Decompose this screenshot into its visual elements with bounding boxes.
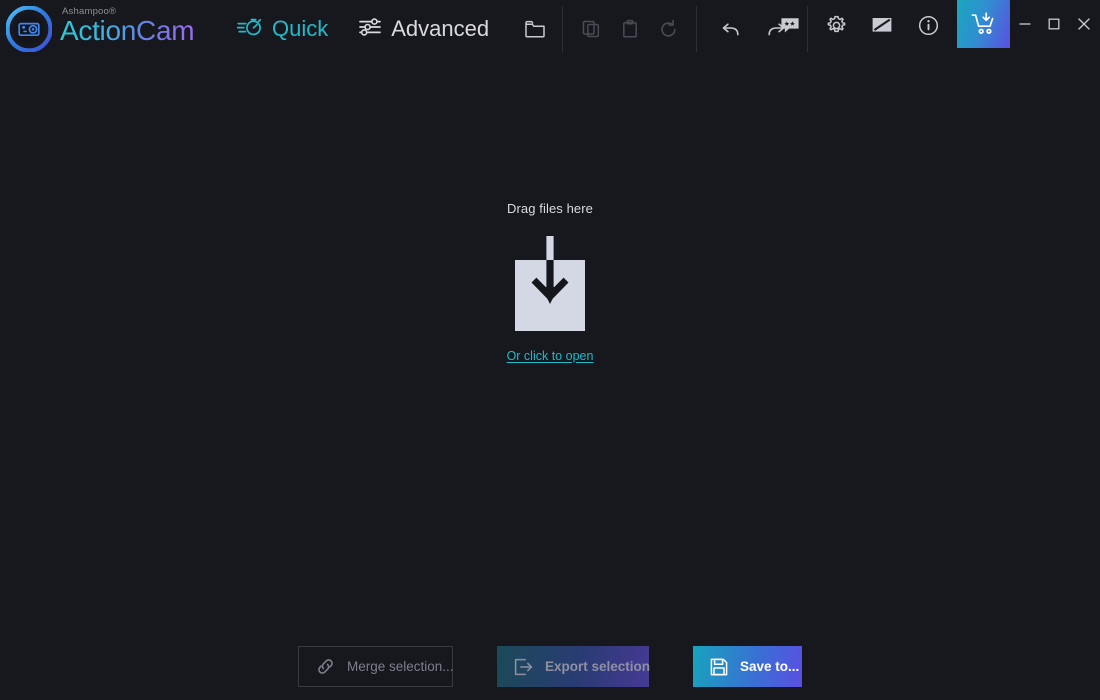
utility-icons bbox=[767, 0, 951, 46]
window-controls bbox=[1010, 0, 1100, 48]
gear-icon[interactable] bbox=[817, 6, 855, 44]
mode-tabs: Quick Advanced bbox=[233, 8, 493, 50]
export-selection-label: Export selection bbox=[545, 659, 651, 674]
floppy-save-icon bbox=[709, 657, 729, 677]
maximize-button[interactable] bbox=[1039, 0, 1068, 48]
toolbar-separator-2 bbox=[696, 6, 697, 52]
link-chain-icon bbox=[315, 656, 336, 677]
tab-quick-label: Quick bbox=[272, 16, 329, 41]
tab-quick[interactable]: Quick bbox=[233, 9, 332, 49]
theme-contrast-icon[interactable] bbox=[863, 6, 901, 44]
save-to-label: Save to... bbox=[740, 659, 800, 674]
export-selection-button[interactable]: Export selection bbox=[497, 646, 651, 687]
close-button[interactable] bbox=[1068, 0, 1100, 48]
merge-selection-label: Merge selection... bbox=[347, 659, 454, 674]
export-box-icon bbox=[513, 657, 534, 677]
app-window: Ashampoo® ActionCam Quick Advanced Drag … bbox=[0, 0, 1100, 700]
minimize-button[interactable] bbox=[1010, 0, 1039, 48]
tab-advanced[interactable]: Advanced bbox=[354, 9, 493, 49]
app-title: ActionCam bbox=[60, 15, 195, 46]
paste-clipboard-button[interactable] bbox=[610, 10, 649, 48]
save-to-button[interactable]: Save to... bbox=[693, 646, 802, 687]
info-circle-icon[interactable] bbox=[909, 6, 947, 44]
open-folder-button[interactable] bbox=[515, 10, 554, 48]
brand: Ashampoo® ActionCam bbox=[5, 2, 195, 56]
file-drop-zone[interactable]: Drag files here Or click to open bbox=[0, 58, 1100, 364]
merge-selection-button[interactable]: Merge selection... bbox=[298, 646, 454, 687]
open-file-link[interactable]: Or click to open bbox=[507, 348, 594, 364]
reset-button[interactable] bbox=[649, 10, 688, 48]
toolbar-separator-1 bbox=[562, 6, 563, 52]
camera-circle-logo-icon bbox=[5, 5, 53, 53]
main-content: Drag files here Or click to open bbox=[0, 58, 1100, 633]
buy-cart-button[interactable] bbox=[957, 0, 1010, 48]
undo-button[interactable] bbox=[711, 10, 750, 48]
bottom-action-bar: Merge selection... Export selection Save… bbox=[0, 633, 1100, 700]
sliders-icon bbox=[358, 16, 382, 43]
download-arrow-box-icon bbox=[515, 231, 585, 333]
tab-advanced-label: Advanced bbox=[391, 16, 490, 41]
feedback-button[interactable] bbox=[771, 6, 809, 44]
drop-zone-title: Drag files here bbox=[506, 201, 594, 216]
window-actions bbox=[767, 0, 1100, 58]
copy-button[interactable] bbox=[571, 10, 610, 48]
stopwatch-speed-icon bbox=[236, 16, 263, 43]
title-bar: Ashampoo® ActionCam Quick Advanced bbox=[0, 0, 1100, 58]
